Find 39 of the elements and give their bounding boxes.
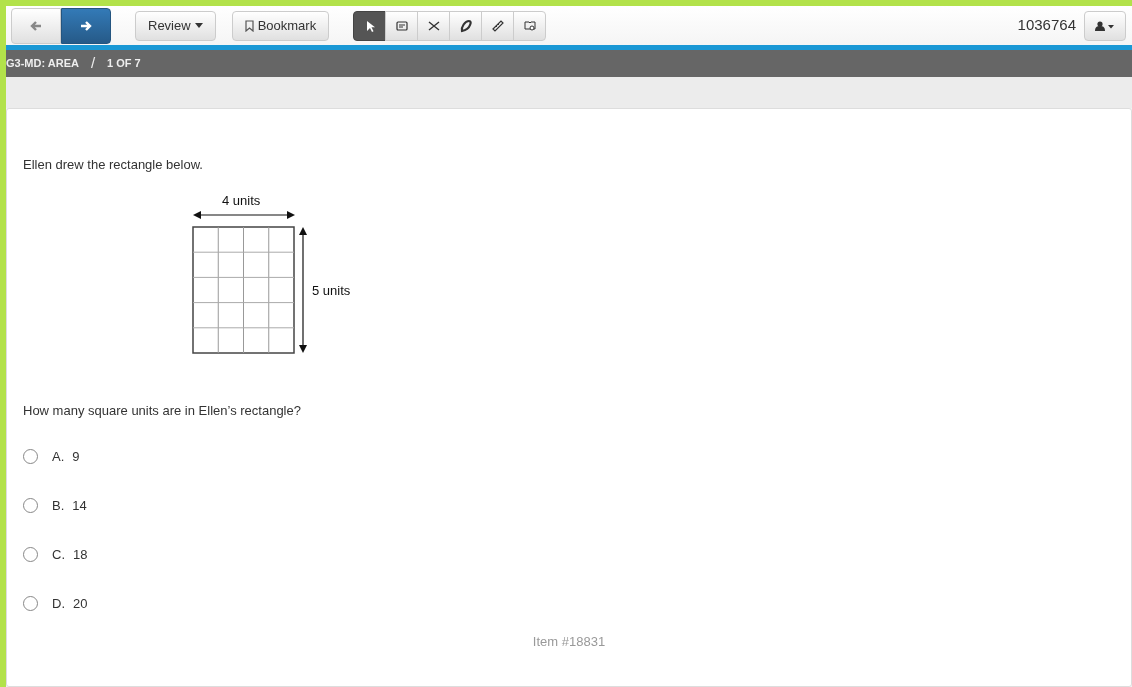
breadcrumb-separator: / xyxy=(90,53,96,74)
user-icon xyxy=(1095,20,1115,31)
review-dropdown[interactable]: Review xyxy=(135,10,216,41)
next-button[interactable] xyxy=(61,7,111,44)
note-tool[interactable] xyxy=(385,10,419,41)
caret-icon xyxy=(194,23,203,28)
option-text: 14 xyxy=(72,496,87,515)
highlighter-icon xyxy=(458,18,473,33)
option-text: 20 xyxy=(73,594,88,613)
option-text: 9 xyxy=(72,447,80,466)
user-id: 1036764 xyxy=(1017,15,1076,36)
height-label: 5 units xyxy=(312,282,351,298)
radio-button[interactable] xyxy=(23,449,38,464)
option-letter: C. xyxy=(52,545,65,564)
left-arrow-icon xyxy=(29,18,43,33)
option-letter: A. xyxy=(52,447,65,466)
note-icon xyxy=(394,18,409,33)
ruler-tool[interactable] xyxy=(481,10,515,41)
ruler-icon xyxy=(490,18,505,33)
bookmark-icon xyxy=(244,19,254,32)
section-title: G3-MD: AREA xyxy=(6,56,79,72)
radio-button[interactable] xyxy=(23,596,38,611)
option-text: 18 xyxy=(73,545,88,564)
option-letter: D. xyxy=(52,594,65,613)
radio-button[interactable] xyxy=(23,547,38,562)
option-letter: B. xyxy=(52,496,65,515)
radio-button[interactable] xyxy=(23,498,38,513)
highlighter-tool[interactable] xyxy=(449,10,483,41)
item-position: 1 OF 7 xyxy=(107,56,141,72)
user-menu-button[interactable] xyxy=(1084,10,1126,41)
book-search-icon xyxy=(522,18,537,33)
bookmark-button[interactable]: Bookmark xyxy=(231,10,330,41)
item-number: Item #18831 xyxy=(531,633,607,651)
width-label: 4 units xyxy=(222,192,261,208)
right-arrow-icon xyxy=(79,18,93,33)
cross-tool[interactable] xyxy=(417,10,451,41)
question-prompt: How many square units are in Ellen’s rectangle? xyxy=(23,401,302,420)
question-stem: Ellen drew the rectangle below. xyxy=(23,156,204,174)
pointer-tool[interactable] xyxy=(353,10,387,41)
